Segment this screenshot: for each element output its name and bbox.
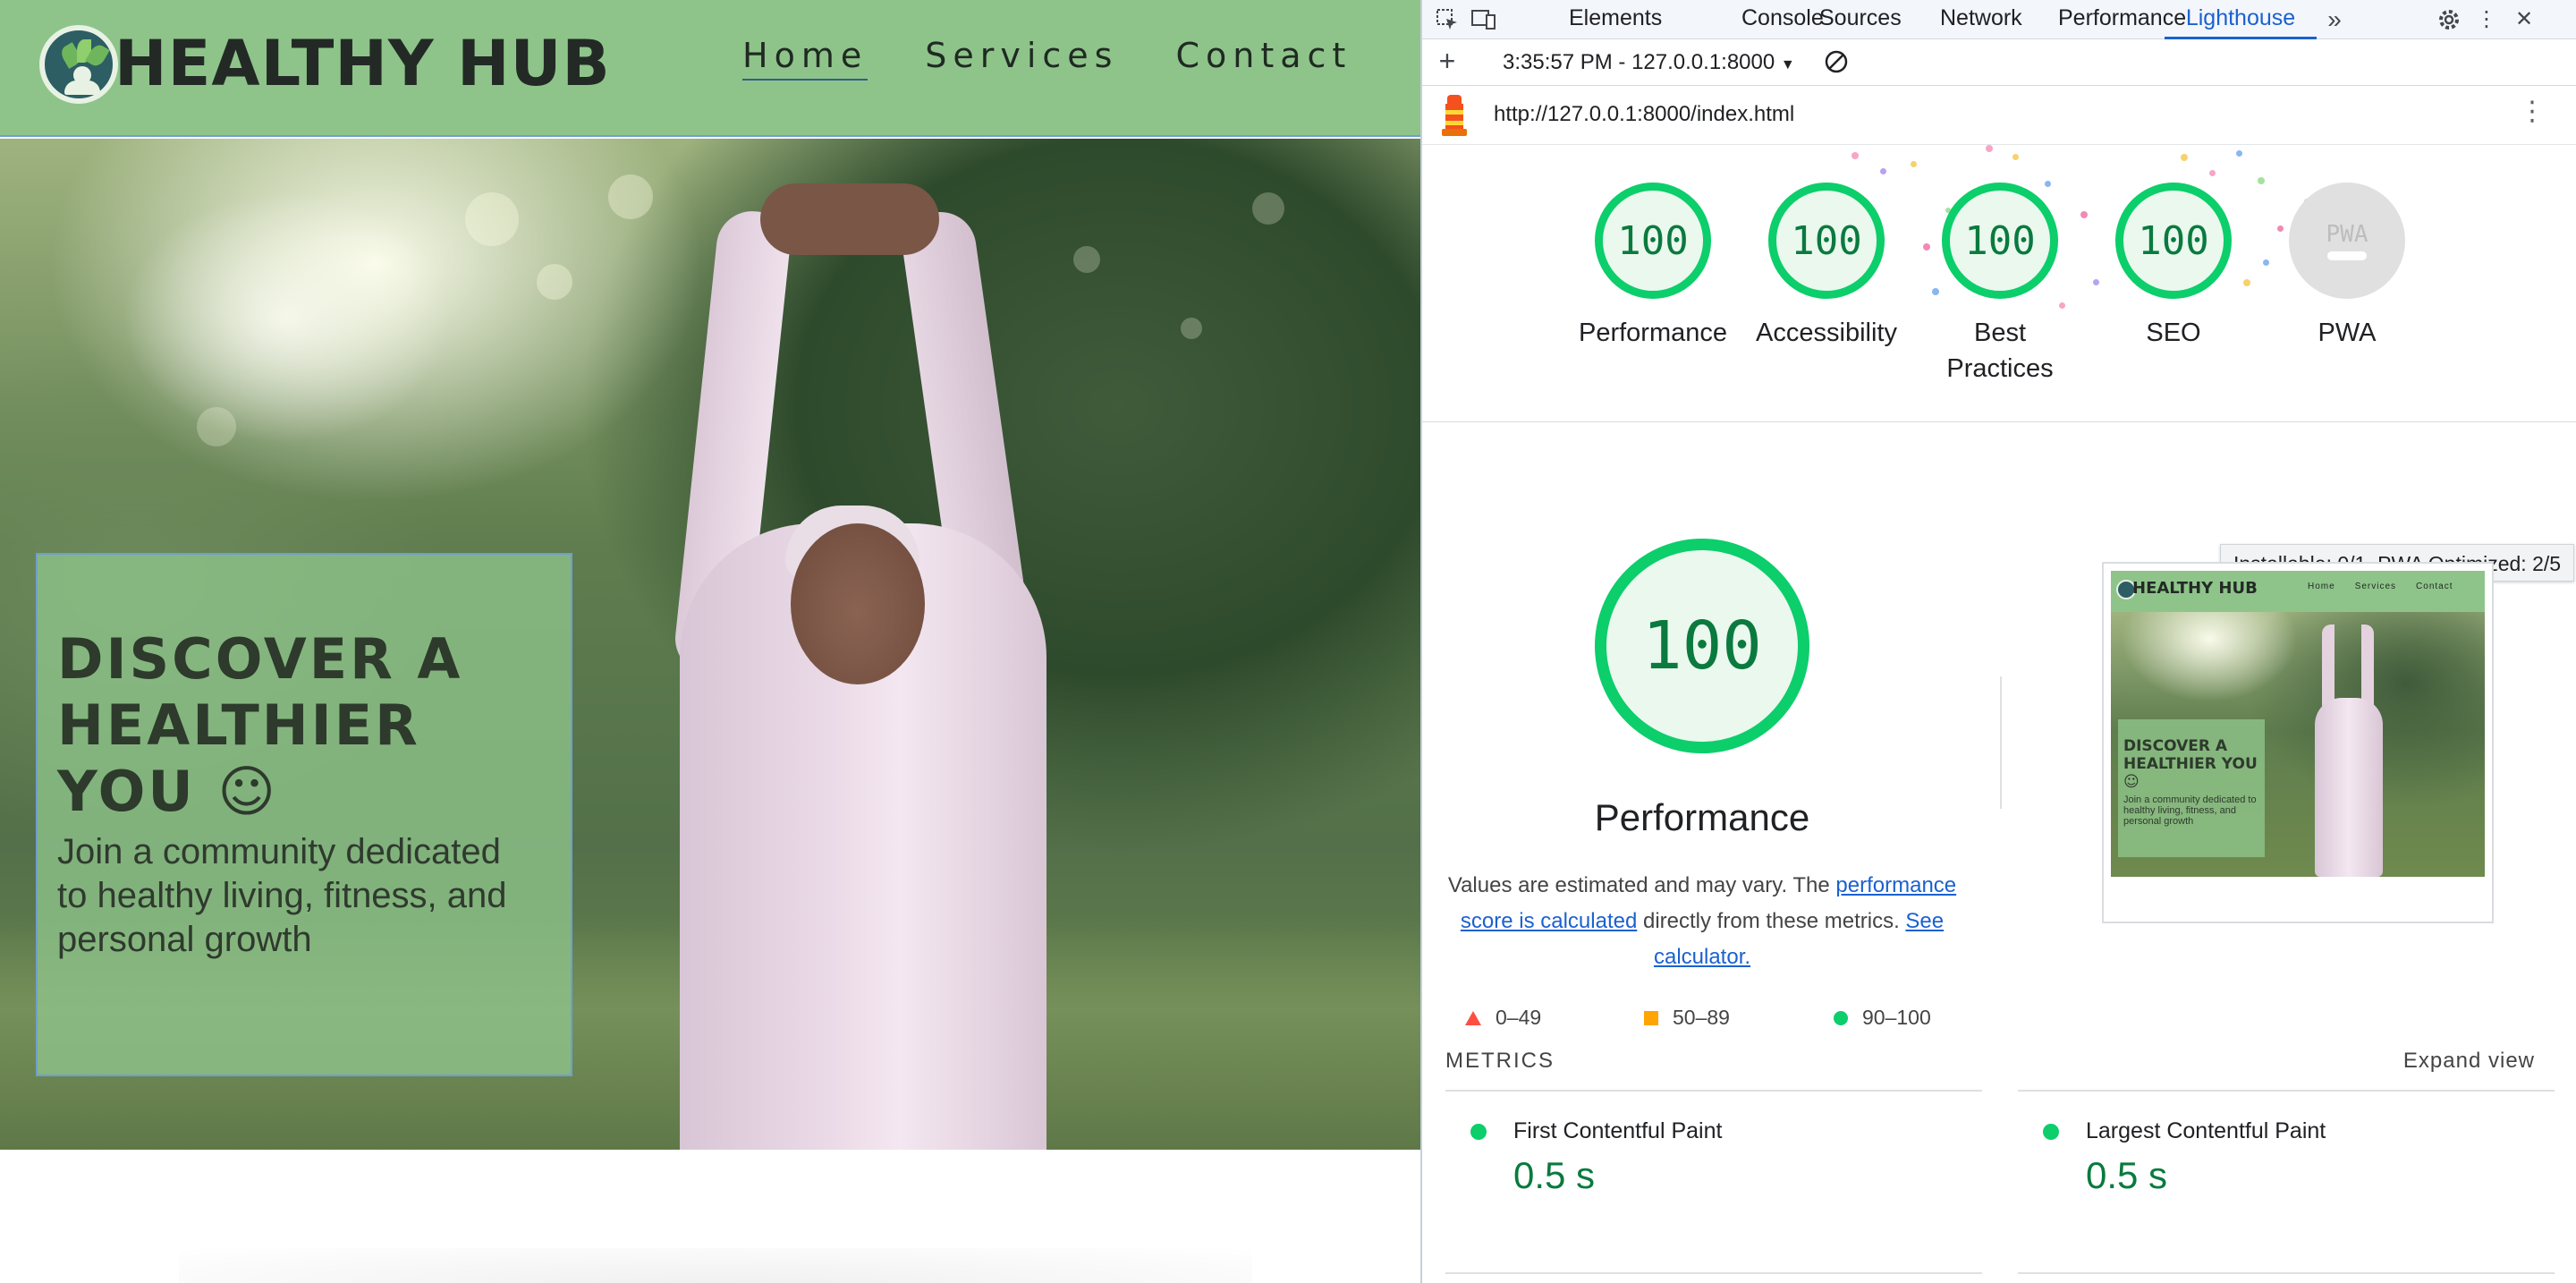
close-icon[interactable]: ✕ [2512,7,2537,32]
square-icon [1644,1010,1658,1025]
legend-pass: 90–100 [1834,1006,1931,1030]
metric-lcp-name: Largest Contentful Paint [2086,1118,2326,1143]
thumbnail-title: DISCOVER A HEALTHIER YOU ☺ [2123,737,2258,791]
thumbnail-brand: HEALTHY HUB [2132,579,2258,598]
gauge-best-practices-score: 100 [1942,183,2058,299]
nav-contact-link[interactable]: Contact [1175,36,1352,81]
report-url-bar: http://127.0.0.1:8000/index.html ⋮ [1422,86,2576,145]
gear-icon[interactable] [2436,7,2462,32]
score-gauges: 100 Performance 100 Accessibility 100 Be… [1422,145,2576,582]
gauge-performance-label: Performance [1578,319,1727,347]
performance-big-score: 100 [1595,539,1809,753]
performance-title: Performance [1594,796,1810,838]
clear-reports-icon[interactable] [1823,48,1848,73]
legend-fail: 0–49 [1465,1006,1541,1030]
logo-icon[interactable] [39,25,118,104]
triangle-icon [1465,1010,1481,1025]
metric-fcp-value: 0.5 s [1513,1154,1596,1196]
hero-title: DISCOVER A HEALTHIER YOU ☺ [57,626,463,824]
website-viewport: HEALTHY HUB Home Services Contact DISCOV… [0,0,1420,1283]
pwa-badge-icon: PWA [2289,183,2405,299]
expand-view-button[interactable]: Expand view [2403,1049,2535,1074]
report-url[interactable]: http://127.0.0.1:8000/index.html [1494,102,1794,127]
gauge-seo[interactable]: 100 SEO [2093,183,2254,351]
nav-home-link[interactable]: Home [742,36,869,81]
gauge-accessibility-label: Accessibility [1756,319,1897,347]
tab-lighthouse[interactable]: Lighthouse [2165,0,2317,39]
pass-dot-icon [2043,1124,2059,1140]
tab-network[interactable]: Network [1940,0,2022,39]
tab-console[interactable]: Console [1741,0,1824,39]
gauge-accessibility[interactable]: 100 Accessibility [1746,183,1907,351]
gauge-pwa-label: PWA [2318,319,2377,347]
devtools-tabbar: Elements Console Sources Network Perform… [1422,0,2576,39]
new-report-icon[interactable]: + [1435,47,1460,75]
dropdown-caret-icon: ▼ [1780,57,1795,72]
tab-sources[interactable]: Sources [1819,0,1902,39]
gauge-best-practices-label: Best Practices [1946,319,2054,383]
lighthouse-icon [1442,95,1467,136]
main-nav: Home Services Contact [742,36,1352,81]
gauge-performance-score: 100 [1595,183,1711,299]
performance-description: Values are estimated and may vary. The p… [1447,873,1957,969]
gauge-performance[interactable]: 100 Performance [1572,183,1733,351]
report-menu-icon[interactable]: ⋮ [2519,98,2546,125]
page-below-hero [0,1150,1420,1283]
gauge-best-practices[interactable]: 100 Best Practices [1919,183,2080,387]
final-screenshot-thumbnail[interactable]: HEALTHY HUB Home Services Contact DISCOV… [2102,562,2494,923]
thumbnail-text: Join a community dedicated to healthy li… [2123,794,2257,827]
inspect-element-icon[interactable] [1435,7,1460,32]
report-selector-label: 3:35:57 PM - 127.0.0.1:8000 [1503,50,1775,74]
metrics-heading: METRICS [1445,1049,1555,1073]
nav-services-link[interactable]: Services [925,36,1118,81]
more-options-icon[interactable]: ⋮ [2474,7,2499,32]
lighthouse-toolbar: + 3:35:57 PM - 127.0.0.1:8000 ▼ [1422,39,2576,86]
pass-dot-icon [1470,1124,1487,1140]
gauge-seo-label: SEO [2146,319,2201,347]
metric-lcp-value: 0.5 s [2086,1154,2168,1196]
tab-elements[interactable]: Elements [1569,0,1662,39]
report-selector[interactable]: 3:35:57 PM - 127.0.0.1:8000 ▼ [1503,50,1795,75]
thumbnail-hero: DISCOVER A HEALTHIER YOU ☺ Join a commun… [2111,612,2485,877]
gauge-seo-score: 100 [2115,183,2232,299]
device-toolbar-icon[interactable] [1470,7,1496,32]
devtools-panel: Elements Console Sources Network Perform… [1420,0,2576,1283]
performance-section: 100 Performance Values are estimated and… [1422,422,2576,1274]
hero-image: DISCOVER A HEALTHIER YOU ☺ Join a commun… [0,139,1420,1150]
gauge-accessibility-score: 100 [1768,183,1885,299]
hero-text: Join a community dedicated to healthy li… [57,832,507,959]
metric-fcp-name: First Contentful Paint [1513,1118,1723,1143]
gauge-pwa[interactable]: PWA PWA [2267,183,2428,351]
hero-cta-box: DISCOVER A HEALTHIER YOU ☺ Join a commun… [36,553,572,1076]
circle-icon [1834,1010,1848,1025]
site-header: HEALTHY HUB Home Services Contact [0,0,1420,137]
chevron-double-right-icon[interactable]: » [2322,7,2347,32]
brand-name[interactable]: HEALTHY HUB [114,27,611,100]
legend-average: 50–89 [1644,1006,1730,1030]
thumbnail-nav: Home Services Contact [2308,582,2453,591]
